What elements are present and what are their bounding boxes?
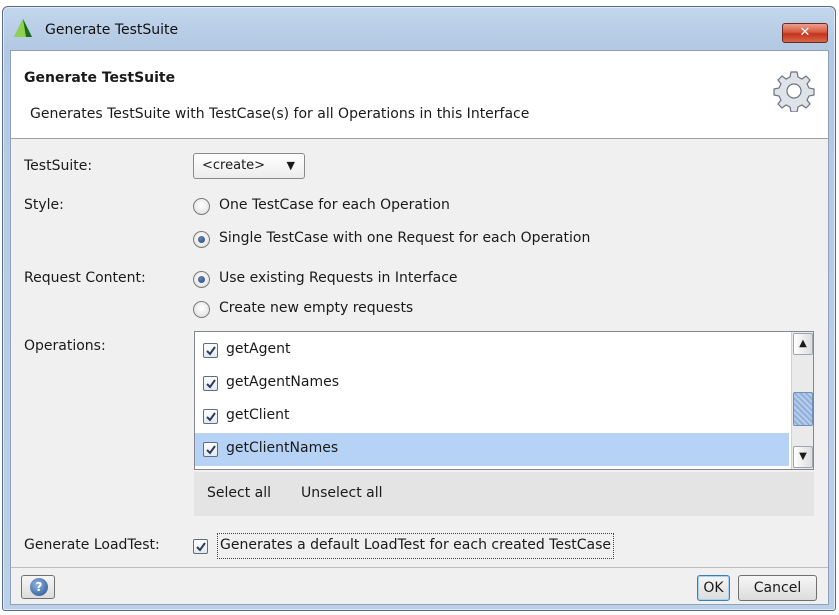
operation-name: getClientNames (226, 440, 339, 456)
select-all-button[interactable]: Select all (207, 485, 271, 501)
operation-name: getClient (226, 407, 290, 423)
checkbox[interactable] (203, 343, 218, 358)
title-bar[interactable]: Generate TestSuite ✕ (3, 7, 835, 45)
list-item[interactable]: getClient (195, 400, 789, 433)
radio-label: Use existing Requests in Interface (219, 270, 458, 286)
header-title: Generate TestSuite (24, 70, 176, 86)
cancel-button[interactable]: Cancel (738, 575, 817, 601)
list-item[interactable]: getAgent (195, 334, 789, 367)
selection-toolbar: Select all Unselect all (194, 472, 814, 516)
testsuite-label: TestSuite: (24, 158, 93, 174)
checkbox[interactable] (203, 409, 218, 424)
scrollbar-thumb[interactable] (793, 392, 813, 426)
radio-label: Create new empty requests (219, 300, 414, 316)
radio-label: Single TestCase with one Request for eac… (219, 230, 591, 246)
generate-loadtest-label: Generate LoadTest: (24, 537, 160, 553)
request-content-label: Request Content: (24, 270, 146, 286)
testsuite-select[interactable]: <create> ▼ (193, 153, 305, 179)
help-button[interactable]: ? (21, 575, 55, 599)
operation-name: getAgent (226, 341, 291, 357)
loadtest-checkbox[interactable] (193, 539, 208, 554)
radio-button-selected[interactable] (193, 231, 210, 248)
vertical-scrollbar[interactable]: ▲ ▼ (791, 332, 813, 469)
scroll-up-icon[interactable]: ▲ (793, 333, 813, 355)
dialog-window: Generate TestSuite ✕ Generate TestSuite … (2, 6, 836, 611)
loadtest-checkbox-label[interactable]: Generates a default LoadTest for each cr… (217, 533, 614, 559)
testsuite-select-value: <create> (202, 158, 266, 173)
radio-button[interactable] (193, 301, 210, 318)
list-item[interactable]: getAgentNames (195, 367, 789, 400)
window-title: Generate TestSuite (45, 22, 179, 38)
footer-divider (11, 567, 828, 568)
soapui-logo-icon (14, 19, 32, 37)
checkbox[interactable] (203, 442, 218, 457)
checkbox[interactable] (203, 376, 218, 391)
help-icon: ? (30, 578, 48, 596)
radio-label: One TestCase for each Operation (219, 197, 450, 213)
dialog-header: Generate TestSuite Generates TestSuite w… (11, 51, 828, 139)
dialog-body: Generate TestSuite Generates TestSuite w… (10, 50, 829, 605)
radio-button-selected[interactable] (193, 271, 210, 288)
unselect-all-button[interactable]: Unselect all (301, 485, 383, 501)
operations-list[interactable]: getAgent getAgentNames getClient getClie… (194, 331, 814, 470)
scroll-down-icon[interactable]: ▼ (793, 446, 813, 468)
close-button[interactable]: ✕ (782, 23, 828, 43)
operation-name: getAgentNames (226, 374, 340, 390)
style-label: Style: (24, 197, 64, 213)
gear-icon (773, 71, 815, 112)
chevron-down-icon: ▼ (286, 159, 295, 172)
operations-label: Operations: (24, 338, 106, 354)
header-description: Generates TestSuite with TestCase(s) for… (30, 106, 530, 122)
list-item-selected[interactable]: getClientNames (195, 433, 789, 466)
ok-button[interactable]: OK (697, 575, 730, 601)
radio-button[interactable] (193, 198, 210, 215)
